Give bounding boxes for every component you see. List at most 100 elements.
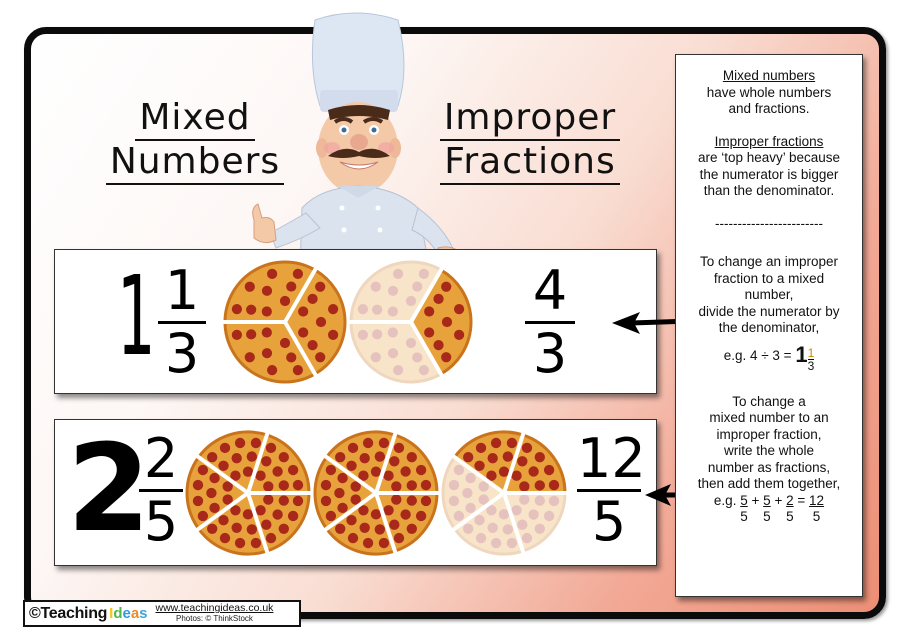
term-numerator: 5 xyxy=(763,492,771,508)
pepperoni xyxy=(474,515,485,526)
pepperoni xyxy=(502,524,514,535)
info-text: and fractions. xyxy=(728,101,810,116)
pepperoni xyxy=(534,523,545,534)
pepperoni xyxy=(231,453,242,464)
pepperoni xyxy=(521,442,533,454)
pepperoni xyxy=(405,337,417,349)
pepperoni xyxy=(534,495,545,506)
pepperoni xyxy=(265,532,277,544)
pepperoni xyxy=(389,456,400,467)
pepperoni xyxy=(362,537,374,549)
mixed-whole-1: 1 xyxy=(117,252,156,380)
pepperoni xyxy=(320,495,332,507)
pepperoni xyxy=(374,524,386,535)
term-numerator: 12 xyxy=(809,492,825,508)
pepperoni xyxy=(219,442,231,454)
pizza xyxy=(223,260,347,384)
pepperoni xyxy=(511,505,522,516)
pepperoni xyxy=(412,352,423,363)
pepperoni xyxy=(412,281,423,292)
pepperoni xyxy=(370,352,381,363)
pepperoni xyxy=(391,494,402,505)
operator: + xyxy=(751,492,760,508)
pepperoni xyxy=(197,510,209,522)
pepperoni xyxy=(192,479,204,491)
pepperoni xyxy=(393,268,404,279)
pepperoni xyxy=(383,505,394,516)
term-denominator: 5 xyxy=(812,508,821,524)
pepperoni xyxy=(454,304,465,315)
pepperoni xyxy=(255,470,266,481)
pepperoni xyxy=(337,472,348,484)
pepperoni xyxy=(393,532,405,544)
footer-links: www.teachingideas.co.uk Photos: © ThinkS… xyxy=(156,603,274,624)
pepperoni xyxy=(244,281,255,292)
pepperoni xyxy=(517,456,528,467)
pepperoni xyxy=(374,451,386,462)
website-link[interactable]: www.teachingideas.co.uk xyxy=(156,603,274,614)
pepperoni xyxy=(263,494,274,505)
mixed-denominator-1: 3 xyxy=(164,322,200,385)
pepperoni xyxy=(298,327,309,338)
pepperoni xyxy=(207,523,218,534)
pepperoni xyxy=(370,509,382,520)
pepperoni xyxy=(357,329,368,340)
brand-ideas-logo: Ideas xyxy=(109,604,148,622)
example-numerator: 1 xyxy=(807,345,815,360)
example-term: 12 5 xyxy=(809,493,824,525)
pepperoni xyxy=(415,510,427,522)
pepperoni xyxy=(448,479,460,491)
pizza-group-2 xyxy=(185,430,567,556)
pepperoni xyxy=(292,268,303,279)
pepperoni xyxy=(406,523,417,534)
pepperoni xyxy=(292,365,303,376)
pepperoni xyxy=(307,293,318,304)
pepperoni xyxy=(548,479,560,491)
pepperoni xyxy=(378,437,390,449)
operator: = xyxy=(797,492,806,508)
mixed-denominator-2: 5 xyxy=(143,490,179,553)
pepperoni xyxy=(453,510,465,522)
pepperoni xyxy=(534,452,545,463)
pepperoni xyxy=(267,268,278,279)
pepperoni xyxy=(465,472,476,484)
improper-numerator-1: 4 xyxy=(532,259,568,322)
pepperoni xyxy=(528,509,539,520)
logo-letter: d xyxy=(113,604,123,622)
improper-definition: Improper fractions are ‘top heavy’ becau… xyxy=(676,134,862,200)
pepperoni xyxy=(279,295,291,307)
info-text: the numerator is bigger xyxy=(699,166,839,182)
pepperoni xyxy=(261,348,273,359)
pepperoni xyxy=(370,466,382,477)
pepperoni xyxy=(453,464,465,476)
term-denominator: 5 xyxy=(740,508,748,524)
pepperoni xyxy=(543,510,555,522)
logo-letter: s xyxy=(139,604,148,622)
pepperoni xyxy=(502,451,514,462)
pepperoni xyxy=(234,437,246,449)
info-text: improper fraction, xyxy=(716,426,822,442)
pepperoni xyxy=(418,268,429,279)
pepperoni xyxy=(244,352,255,363)
pepperoni xyxy=(246,451,258,462)
pepperoni xyxy=(498,466,510,477)
pepperoni xyxy=(406,495,417,506)
pepperoni xyxy=(420,479,432,491)
pepperoni xyxy=(474,460,485,471)
pepperoni xyxy=(389,519,400,530)
pepperoni xyxy=(487,522,498,533)
photo-credit: Photos: © ThinkStock xyxy=(176,614,253,623)
pepperoni xyxy=(362,437,374,449)
pepperoni xyxy=(335,452,346,463)
pepperoni xyxy=(498,509,510,520)
to-improper-example: e.g. 55 + 55 + 25 = 12 5 xyxy=(714,493,824,525)
pepperoni xyxy=(246,329,257,340)
pepperoni xyxy=(405,295,417,307)
pepperoni xyxy=(372,304,383,315)
pepperoni xyxy=(387,285,399,296)
pepperoni xyxy=(346,515,357,526)
improper-denominator-1: 3 xyxy=(532,322,568,385)
pizza-group-1 xyxy=(223,260,473,384)
pepperoni xyxy=(543,464,555,476)
info-panel: Mixed numbers have whole numbers and fra… xyxy=(675,54,863,597)
